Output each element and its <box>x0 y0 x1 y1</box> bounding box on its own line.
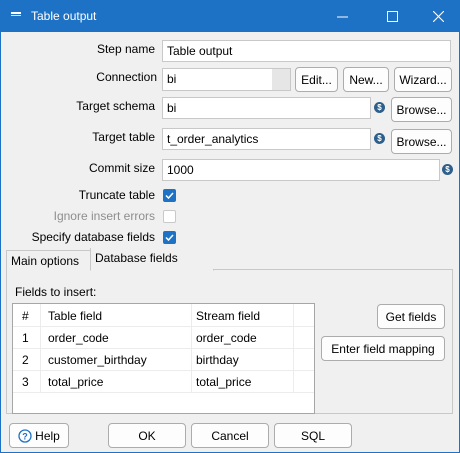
edit-connection-button[interactable]: Edit... <box>295 67 338 92</box>
target-table-label: Target table <box>92 130 155 144</box>
step-name-label: Step name <box>96 42 155 56</box>
target-schema-input[interactable]: bi <box>162 97 371 119</box>
help-button[interactable]: ? Help <box>9 423 69 448</box>
row-index: 2 <box>22 353 29 367</box>
table-output-dialog: Table output Step name Table output Conn… <box>0 0 460 453</box>
minimize-icon <box>336 16 348 18</box>
ignore-insert-errors-checkbox[interactable] <box>163 210 176 223</box>
row-index: 3 <box>22 375 29 389</box>
new-connection-button[interactable]: New... <box>343 67 389 92</box>
target-schema-label: Target schema <box>76 99 155 113</box>
fields-to-insert-label: Fields to insert: <box>15 285 97 299</box>
ignore-insert-errors-label: Ignore insert errors <box>53 209 155 223</box>
svg-text:?: ? <box>22 431 28 441</box>
wizard-connection-button[interactable]: Wizard... <box>394 67 452 92</box>
tab-main-options[interactable]: Main options <box>6 250 93 270</box>
column-header-index[interactable]: # <box>17 305 34 327</box>
help-label: Help <box>35 428 60 443</box>
commit-size-label: Commit size <box>88 161 155 175</box>
maximize-button[interactable] <box>373 1 411 32</box>
truncate-table-checkbox[interactable] <box>163 189 176 202</box>
row-index: 1 <box>22 331 29 345</box>
browse-schema-button[interactable]: Browse... <box>391 97 452 122</box>
step-name-input[interactable]: Table output <box>162 40 451 62</box>
browse-table-button[interactable]: Browse... <box>391 129 452 154</box>
commit-size-input[interactable]: 1000 <box>162 159 440 181</box>
checkmark-icon <box>165 234 174 242</box>
variable-icon: $ <box>374 133 385 144</box>
table-field-cell[interactable]: total_price <box>43 371 108 393</box>
minimize-button[interactable] <box>323 1 361 32</box>
variable-icon: $ <box>374 102 385 113</box>
title-bar[interactable]: Table output <box>1 1 459 32</box>
enter-field-mapping-button[interactable]: Enter field mapping <box>321 336 445 361</box>
checkmark-icon <box>165 192 174 200</box>
column-header-table-field[interactable]: Table field <box>43 305 107 327</box>
close-icon <box>432 11 444 22</box>
fields-table[interactable]: # Table field Stream field 1 order_code … <box>12 303 315 414</box>
table-field-cell[interactable]: order_code <box>43 327 114 349</box>
app-icon <box>11 12 21 16</box>
cancel-button[interactable]: Cancel <box>191 423 269 448</box>
maximize-icon <box>386 11 398 22</box>
help-icon: ? <box>18 428 32 443</box>
table-field-cell[interactable]: customer_birthday <box>43 349 152 371</box>
specify-db-fields-label: Specify database fields <box>31 230 155 244</box>
close-button[interactable] <box>419 1 457 32</box>
variable-icon: $ <box>442 164 453 175</box>
truncate-table-label: Truncate table <box>78 188 155 202</box>
stream-field-cell[interactable]: total_price <box>191 371 256 393</box>
stream-field-cell[interactable]: order_code <box>191 327 262 349</box>
specify-db-fields-checkbox[interactable] <box>163 231 176 244</box>
sql-button[interactable]: SQL <box>274 423 352 448</box>
window-title: Table output <box>31 9 97 23</box>
target-table-input[interactable]: t_order_analytics <box>162 128 371 150</box>
ok-button[interactable]: OK <box>108 423 186 448</box>
get-fields-button[interactable]: Get fields <box>377 304 445 329</box>
connection-label: Connection <box>96 70 157 84</box>
tab-database-fields[interactable]: Database fields <box>91 248 213 270</box>
stream-field-cell[interactable]: birthday <box>191 349 244 371</box>
column-header-stream-field[interactable]: Stream field <box>191 305 265 327</box>
connection-dropdown-arrow[interactable] <box>272 69 290 90</box>
